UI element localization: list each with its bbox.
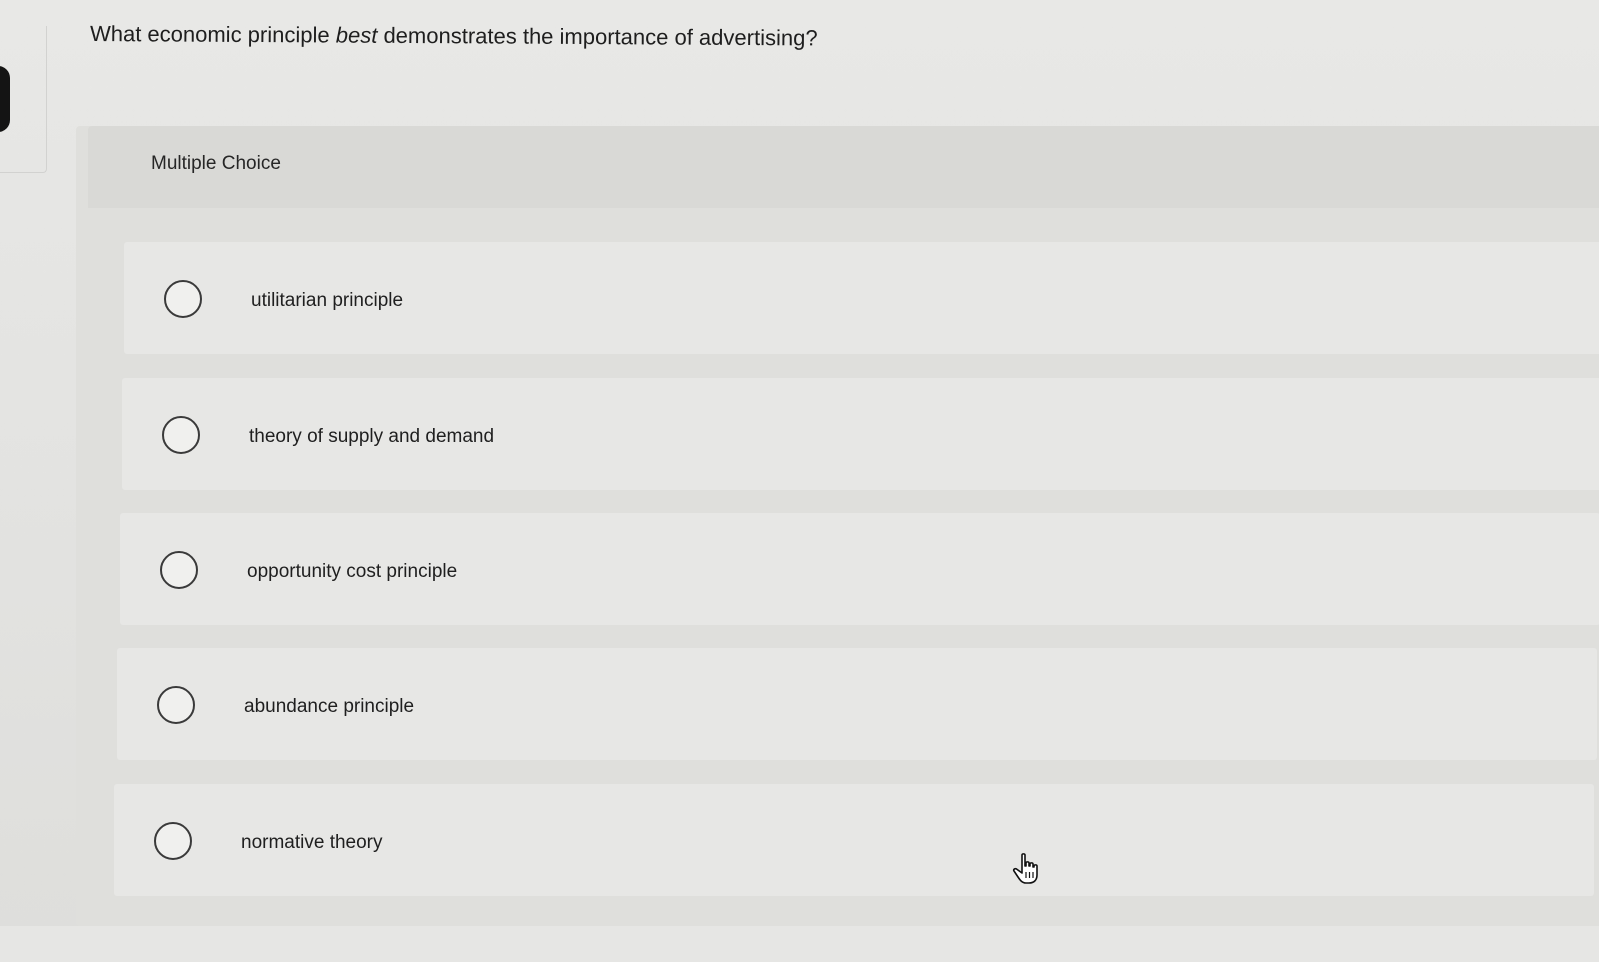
choice-option-label: opportunity cost principle — [247, 561, 458, 582]
choice-option-3[interactable]: opportunity cost principle — [120, 513, 1599, 625]
page-footer-area — [0, 926, 1599, 962]
multiple-choice-header — [88, 126, 1599, 208]
radio-unchecked-icon[interactable] — [154, 822, 192, 860]
choice-option-label: utilitarian principle — [251, 290, 404, 311]
choice-option-label: abundance principle — [244, 696, 415, 717]
choice-option-1[interactable]: utilitarian principle — [124, 242, 1599, 354]
multiple-choice-label: Multiple Choice — [151, 153, 281, 174]
choice-option-5[interactable]: normative theory — [114, 784, 1594, 896]
radio-unchecked-icon[interactable] — [164, 280, 202, 318]
question-text-start: What economic principle — [89, 21, 336, 48]
question-text: What economic principle best demonstrate… — [90, 20, 818, 52]
choice-option-4[interactable]: abundance principle — [117, 648, 1597, 760]
radio-unchecked-icon[interactable] — [162, 416, 200, 454]
choice-option-2[interactable]: theory of supply and demand — [122, 378, 1599, 490]
choice-option-label: theory of supply and demand — [249, 426, 495, 447]
question-marker — [0, 66, 10, 132]
question-emphasis: best — [335, 22, 378, 48]
radio-unchecked-icon[interactable] — [160, 551, 198, 589]
radio-unchecked-icon[interactable] — [157, 686, 195, 724]
question-text-end: demonstrates the importance of advertisi… — [377, 22, 818, 51]
hand-pointer-icon — [1012, 853, 1038, 884]
choice-option-label: normative theory — [241, 832, 383, 853]
